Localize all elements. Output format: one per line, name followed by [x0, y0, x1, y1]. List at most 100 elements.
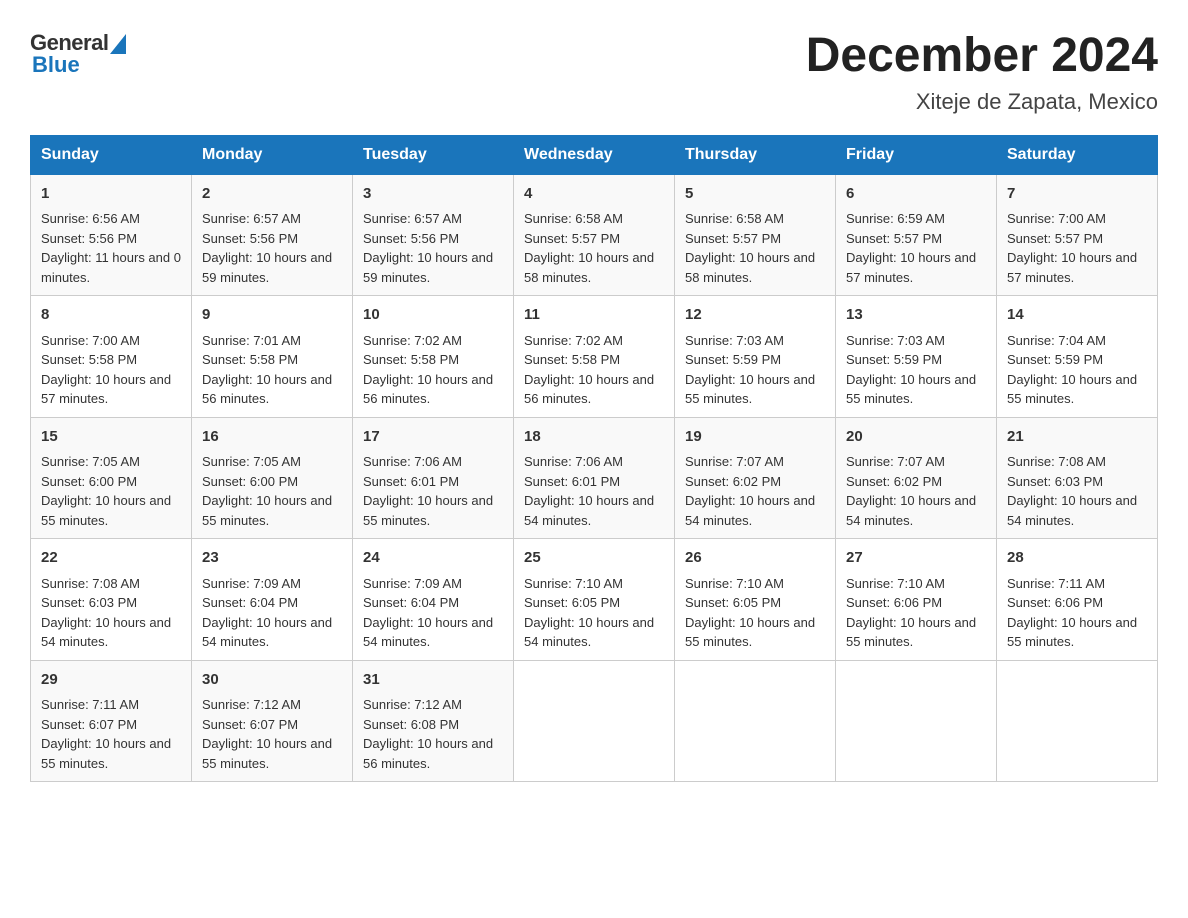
day-number: 24 [363, 547, 503, 570]
header-monday: Monday [192, 135, 353, 174]
sunrise-info: Sunrise: 6:57 AM [202, 209, 342, 229]
sunrise-info: Sunrise: 7:08 AM [1007, 452, 1147, 472]
day-number: 2 [202, 183, 342, 206]
sunrise-info: Sunrise: 6:56 AM [41, 209, 181, 229]
calendar-cell: 2Sunrise: 6:57 AMSunset: 5:56 PMDaylight… [192, 174, 353, 296]
sunrise-info: Sunrise: 7:05 AM [202, 452, 342, 472]
sunset-info: Sunset: 5:58 PM [41, 350, 181, 370]
calendar-cell: 6Sunrise: 6:59 AMSunset: 5:57 PMDaylight… [836, 174, 997, 296]
day-number: 28 [1007, 547, 1147, 570]
daylight-info: Daylight: 10 hours and 54 minutes. [524, 613, 664, 652]
sunset-info: Sunset: 6:05 PM [524, 593, 664, 613]
calendar-cell [836, 660, 997, 782]
title-section: December 2024 Xiteje de Zapata, Mexico [806, 30, 1158, 115]
day-number: 16 [202, 426, 342, 449]
calendar-cell: 8 Sunrise: 7:00 AMSunset: 5:58 PMDaylight… [31, 296, 192, 418]
daylight-info: Daylight: 10 hours and 54 minutes. [41, 613, 181, 652]
sunset-info: Sunset: 5:58 PM [524, 350, 664, 370]
header-thursday: Thursday [675, 135, 836, 174]
day-number: 10 [363, 304, 503, 327]
sunset-info: Sunset: 5:57 PM [1007, 229, 1147, 249]
day-number: 30 [202, 669, 342, 692]
sunset-info: Sunset: 6:04 PM [202, 593, 342, 613]
day-number: 18 [524, 426, 664, 449]
calendar-cell: 14Sunrise: 7:04 AMSunset: 5:59 PMDayligh… [997, 296, 1158, 418]
day-number: 8 [41, 304, 181, 327]
daylight-info: Daylight: 10 hours and 55 minutes. [41, 491, 181, 530]
sunrise-info: Sunrise: 7:10 AM [524, 574, 664, 594]
daylight-info: Daylight: 10 hours and 56 minutes. [363, 734, 503, 773]
sunset-info: Sunset: 5:56 PM [202, 229, 342, 249]
calendar-cell: 29 Sunrise: 7:11 AMSunset: 6:07 PMDayligh… [31, 660, 192, 782]
day-number: 13 [846, 304, 986, 327]
week-row-5: 29Sunrise: 7:11 AMSunset: 6:07 PMDayligh… [31, 660, 1158, 782]
sunrise-info: Sunrise: 7:06 AM [524, 452, 664, 472]
day-number: 4 [524, 183, 664, 206]
sunrise-info: Sunrise: 7:11 AM [41, 695, 181, 715]
sunset-info: Sunset: 5:59 PM [1007, 350, 1147, 370]
daylight-info: Daylight: 10 hours and 55 minutes. [202, 491, 342, 530]
calendar-cell: 1Sunrise: 6:56 AMSunset: 5:56 PMDaylight… [31, 174, 192, 296]
sunset-info: Sunset: 5:57 PM [685, 229, 825, 249]
calendar-table: SundayMondayTuesdayWednesdayThursdayFrid… [30, 135, 1158, 783]
sunrise-info: Sunrise: 7:06 AM [363, 452, 503, 472]
calendar-cell: 26Sunrise: 7:10 AMSunset: 6:05 PMDayligh… [675, 539, 836, 661]
sunrise-info: Sunrise: 7:02 AM [524, 331, 664, 351]
week-row-3: 15Sunrise: 7:05 AMSunset: 6:00 PMDayligh… [31, 417, 1158, 539]
daylight-info: Daylight: 10 hours and 55 minutes. [685, 370, 825, 409]
day-number: 22 [41, 547, 181, 570]
daylight-info: Daylight: 10 hours and 55 minutes. [685, 613, 825, 652]
calendar-cell: 28Sunrise: 7:11 AMSunset: 6:06 PMDayligh… [997, 539, 1158, 661]
day-number: 29 [41, 669, 181, 692]
logo-blue-text: Blue [32, 52, 80, 77]
daylight-info: Daylight: 10 hours and 54 minutes. [363, 613, 503, 652]
sunrise-info: Sunrise: 7:11 AM [1007, 574, 1147, 594]
daylight-info: Daylight: 10 hours and 55 minutes. [846, 613, 986, 652]
sunrise-info: Sunrise: 7:03 AM [685, 331, 825, 351]
main-title: December 2024 [806, 30, 1158, 83]
sunset-info: Sunset: 6:08 PM [363, 715, 503, 735]
calendar-cell [675, 660, 836, 782]
daylight-info: Daylight: 10 hours and 59 minutes. [363, 248, 503, 287]
daylight-info: Daylight: 10 hours and 54 minutes. [202, 613, 342, 652]
day-number: 21 [1007, 426, 1147, 449]
sunset-info: Sunset: 5:57 PM [524, 229, 664, 249]
calendar-cell: 17Sunrise: 7:06 AMSunset: 6:01 PMDayligh… [353, 417, 514, 539]
sunrise-info: Sunrise: 7:03 AM [846, 331, 986, 351]
sunset-info: Sunset: 6:03 PM [41, 593, 181, 613]
sunrise-info: Sunrise: 7:07 AM [846, 452, 986, 472]
daylight-info: Daylight: 10 hours and 55 minutes. [1007, 370, 1147, 409]
sunrise-info: Sunrise: 6:59 AM [846, 209, 986, 229]
calendar-cell: 19Sunrise: 7:07 AMSunset: 6:02 PMDayligh… [675, 417, 836, 539]
sunset-info: Sunset: 6:00 PM [202, 472, 342, 492]
sunrise-info: Sunrise: 7:00 AM [41, 331, 181, 351]
daylight-info: Daylight: 10 hours and 57 minutes. [41, 370, 181, 409]
sunset-info: Sunset: 5:58 PM [202, 350, 342, 370]
calendar-cell: 9Sunrise: 7:01 AMSunset: 5:58 PMDaylight… [192, 296, 353, 418]
day-number: 7 [1007, 183, 1147, 206]
daylight-info: Daylight: 10 hours and 54 minutes. [1007, 491, 1147, 530]
calendar-cell: 21 Sunrise: 7:08 AMSunset: 6:03 PMDayligh… [997, 417, 1158, 539]
daylight-info: Daylight: 10 hours and 55 minutes. [41, 734, 181, 773]
sunset-info: Sunset: 6:00 PM [41, 472, 181, 492]
sunrise-info: Sunrise: 7:09 AM [363, 574, 503, 594]
calendar-cell: 7Sunrise: 7:00 AMSunset: 5:57 PMDaylight… [997, 174, 1158, 296]
sunset-info: Sunset: 6:02 PM [685, 472, 825, 492]
calendar-cell: 13Sunrise: 7:03 AMSunset: 5:59 PMDayligh… [836, 296, 997, 418]
calendar-cell: 12Sunrise: 7:03 AMSunset: 5:59 PMDayligh… [675, 296, 836, 418]
sunrise-info: Sunrise: 7:00 AM [1007, 209, 1147, 229]
day-number: 14 [1007, 304, 1147, 327]
daylight-info: Daylight: 10 hours and 58 minutes. [524, 248, 664, 287]
sunset-info: Sunset: 6:05 PM [685, 593, 825, 613]
sunset-info: Sunset: 6:02 PM [846, 472, 986, 492]
sunset-info: Sunset: 5:59 PM [685, 350, 825, 370]
header-sunday: Sunday [31, 135, 192, 174]
sunset-info: Sunset: 6:03 PM [1007, 472, 1147, 492]
sunset-info: Sunset: 6:01 PM [363, 472, 503, 492]
daylight-info: Daylight: 10 hours and 55 minutes. [1007, 613, 1147, 652]
sunset-info: Sunset: 5:59 PM [846, 350, 986, 370]
day-number: 25 [524, 547, 664, 570]
sunrise-info: Sunrise: 7:07 AM [685, 452, 825, 472]
sunset-info: Sunset: 6:07 PM [41, 715, 181, 735]
calendar-cell: 30Sunrise: 7:12 AMSunset: 6:07 PMDayligh… [192, 660, 353, 782]
